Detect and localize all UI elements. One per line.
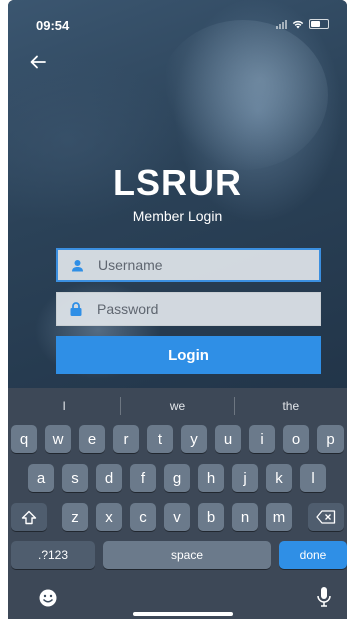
key-g[interactable]: g (164, 464, 190, 492)
home-indicator (133, 612, 233, 616)
login-button[interactable]: Login (56, 336, 321, 374)
lock-icon (69, 302, 83, 316)
status-bar: 09:54 (8, 0, 347, 44)
key-j[interactable]: j (232, 464, 258, 492)
password-input[interactable] (95, 300, 299, 318)
key-r[interactable]: r (113, 425, 139, 453)
status-icons (276, 19, 329, 29)
key-i[interactable]: i (249, 425, 275, 453)
key-d[interactable]: d (96, 464, 122, 492)
key-u[interactable]: u (215, 425, 241, 453)
key-t[interactable]: t (147, 425, 173, 453)
suggestion-bar: I we the (8, 388, 347, 424)
key-w[interactable]: w (45, 425, 71, 453)
numbers-key[interactable]: .?123 (11, 541, 95, 569)
space-key[interactable]: space (103, 541, 271, 569)
key-f[interactable]: f (130, 464, 156, 492)
key-z[interactable]: z (62, 503, 88, 531)
key-x[interactable]: x (96, 503, 122, 531)
key-e[interactable]: e (79, 425, 105, 453)
username-input[interactable] (96, 256, 300, 274)
key-l[interactable]: l (300, 464, 326, 492)
user-icon (70, 258, 84, 272)
app-title: LSRUR (113, 162, 242, 203)
suggestion-3[interactable]: the (235, 388, 347, 424)
suggestion-2[interactable]: we (121, 388, 233, 424)
key-a[interactable]: a (28, 464, 54, 492)
shift-key[interactable] (11, 503, 47, 531)
shift-icon (21, 510, 37, 524)
username-field[interactable] (56, 248, 321, 282)
key-m[interactable]: m (266, 503, 292, 531)
key-s[interactable]: s (62, 464, 88, 492)
status-time: 09:54 (36, 18, 70, 33)
key-k[interactable]: k (266, 464, 292, 492)
battery-icon (309, 19, 329, 29)
key-h[interactable]: h (198, 464, 224, 492)
key-c[interactable]: c (130, 503, 156, 531)
suggestion-1[interactable]: I (8, 388, 120, 424)
key-q[interactable]: q (11, 425, 37, 453)
key-v[interactable]: v (164, 503, 190, 531)
key-y[interactable]: y (181, 425, 207, 453)
key-b[interactable]: b (198, 503, 224, 531)
arrow-left-icon[interactable] (28, 52, 48, 72)
done-key[interactable]: done (279, 541, 347, 569)
signal-icon (276, 19, 287, 29)
phone-screen: 09:54 LSRUR Member Login Login (8, 0, 347, 619)
page-subtitle: Member Login (132, 208, 223, 224)
wifi-icon (292, 20, 304, 28)
key-n[interactable]: n (232, 503, 258, 531)
backspace-icon (316, 510, 336, 524)
microphone-icon[interactable] (316, 586, 332, 608)
backspace-key[interactable] (308, 503, 344, 531)
password-field[interactable] (56, 292, 321, 326)
key-o[interactable]: o (283, 425, 309, 453)
emoji-icon[interactable] (38, 588, 58, 608)
key-p[interactable]: p (317, 425, 344, 453)
